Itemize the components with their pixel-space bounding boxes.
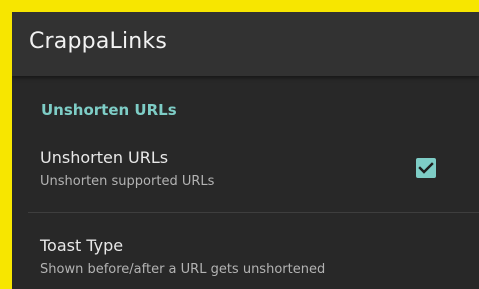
pref-unshorten-urls[interactable]: Unshorten URLs Unshorten supported URLs: [12, 142, 479, 208]
divider: [28, 212, 479, 213]
pref-summary: Unshorten supported URLs: [40, 174, 215, 189]
unshorten-urls-checkbox[interactable]: [416, 158, 436, 178]
pref-toast-type[interactable]: Toast Type Shown before/after a URL gets…: [12, 226, 479, 289]
app-bar: CrappaLinks: [12, 12, 479, 76]
pref-summary: Shown before/after a URL gets unshortene…: [40, 262, 326, 277]
section-header-unshorten-urls: Unshorten URLs: [41, 101, 177, 119]
app-window: CrappaLinks Unshorten URLs Unshorten URL…: [12, 12, 479, 289]
pref-title: Unshorten URLs: [40, 148, 169, 167]
app-title: CrappaLinks: [29, 29, 168, 54]
pref-title: Toast Type: [40, 236, 124, 255]
check-icon: [418, 162, 434, 174]
